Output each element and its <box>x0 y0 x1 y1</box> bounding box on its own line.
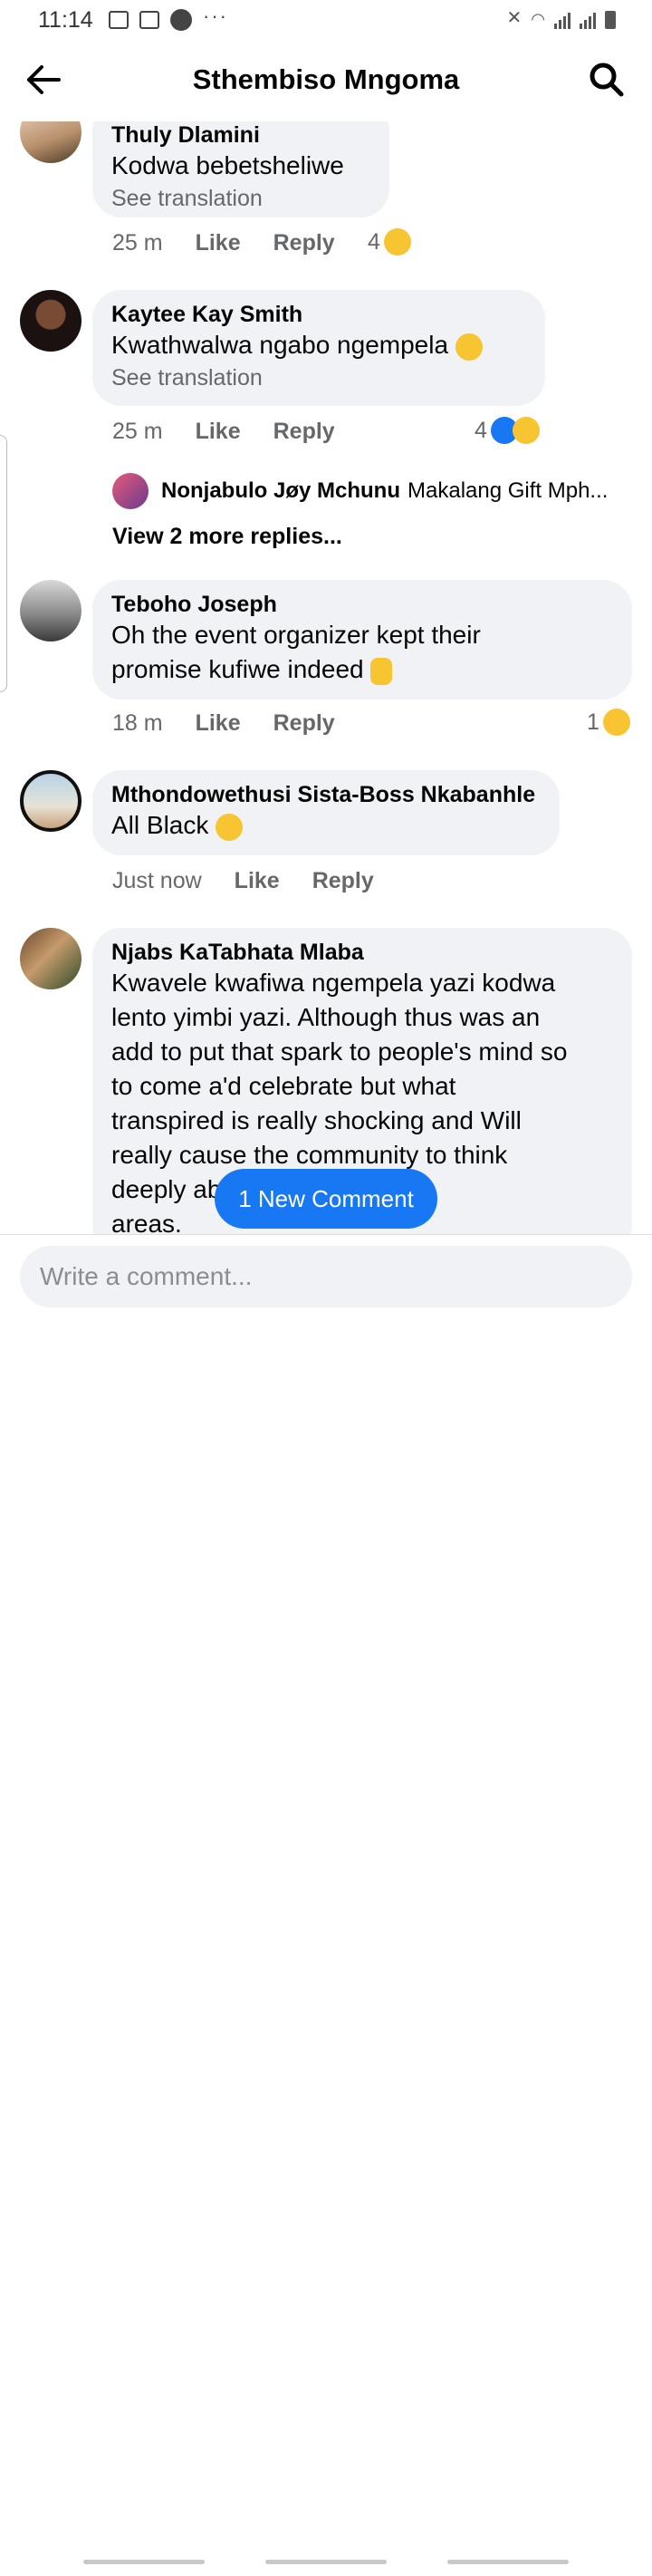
comment-bubble[interactable]: Teboho Joseph Oh the event organizer kep… <box>92 580 632 699</box>
avatar[interactable] <box>20 770 82 832</box>
comment-actions: 25 m Like Reply <box>112 419 335 445</box>
see-translation-link[interactable]: See translation <box>111 362 526 393</box>
write-comment-input[interactable] <box>20 1246 632 1307</box>
comment-author[interactable]: Mthondowethusi Sista-Boss Nkabanhle <box>111 781 541 808</box>
reply-button[interactable]: Reply <box>312 868 374 894</box>
avatar[interactable] <box>20 928 82 989</box>
pleading-emoji-icon <box>216 813 244 841</box>
reply-author[interactable]: Nonjabulo Jøy Mchunu <box>161 478 400 504</box>
reply-preview[interactable]: Nonjabulo Jøy Mchunu Makalang Gift Mph..… <box>112 473 608 509</box>
like-button[interactable]: Like <box>196 419 241 445</box>
comment-actions: 18 m Like Reply <box>112 710 335 737</box>
comment-author[interactable]: Njabs KaTabhata Mlaba <box>111 939 613 966</box>
comment-line: lento yimbi yazi. Although thus was an <box>111 1003 541 1031</box>
comment-line: Kwavele kwafiwa ngempela yazi kodwa <box>111 969 556 997</box>
like-button[interactable]: Like <box>196 230 241 256</box>
reaction-summary[interactable]: 4 <box>368 228 411 256</box>
comment-text-line-2: promise kufiwe indeed <box>111 655 364 683</box>
comment-time[interactable]: 18 m <box>112 710 163 737</box>
comment-text: Kodwa bebetsheliwe <box>111 151 344 179</box>
view-more-replies-link[interactable]: View 2 more replies... <box>112 524 342 550</box>
comment-author[interactable]: Thuly Dlamini <box>111 121 370 149</box>
sad-reaction-icon <box>602 709 630 736</box>
reply-text: Makalang Gift Mph... <box>408 478 609 503</box>
reaction-count: 4 <box>368 228 380 255</box>
like-button[interactable]: Like <box>235 868 280 894</box>
comment-bubble[interactable]: Kaytee Kay Smith Kwathwalwa ngabo ngempe… <box>92 290 545 406</box>
see-translation-link[interactable]: See translation <box>111 183 370 214</box>
reaction-summary[interactable]: 1 <box>587 709 630 736</box>
comment-text-row: Kwathwalwa ngabo ngempela <box>111 328 526 362</box>
comment-line: really cause the community to think <box>111 1141 508 1169</box>
reply-button[interactable]: Reply <box>273 419 335 445</box>
comments-feed: Thuly Dlamini Kodwa bebetsheliwe See tra… <box>0 0 652 1234</box>
new-comment-button[interactable]: 1 New Comment <box>215 1169 437 1229</box>
comment-actions: Just now Like Reply <box>112 868 374 894</box>
nav-recents-button[interactable] <box>83 2560 205 2564</box>
sad-reaction-icon <box>512 417 540 444</box>
comment-line: add to put that spark to people's mind s… <box>111 1037 568 1066</box>
comment-actions: 25 m Like Reply <box>112 230 335 256</box>
comment-text: All Black <box>111 811 209 839</box>
comment-time[interactable]: 25 m <box>112 230 163 256</box>
comment-line: to come a'd celebrate but what <box>111 1072 456 1100</box>
reaction-count: 1 <box>587 709 599 735</box>
app-bar: Sthembiso Mngoma <box>0 40 652 121</box>
like-button[interactable]: Like <box>196 710 241 737</box>
system-nav-bar <box>0 2549 652 2576</box>
comment-text-line-1: Oh the event organizer kept their <box>111 621 481 649</box>
avatar[interactable] <box>20 290 82 352</box>
reaction-count: 4 <box>475 417 487 443</box>
comment-author[interactable]: Teboho Joseph <box>111 591 613 618</box>
comment-bubble[interactable]: Mthondowethusi Sista-Boss Nkabanhle All … <box>92 770 560 855</box>
page-title: Sthembiso Mngoma <box>192 63 460 95</box>
reply-button[interactable]: Reply <box>273 710 335 737</box>
nav-back-button[interactable] <box>447 2560 569 2564</box>
reply-button[interactable]: Reply <box>273 230 335 256</box>
reaction-summary[interactable]: 4 <box>475 417 540 444</box>
comment-text-row: promise kufiwe indeed <box>111 652 613 687</box>
reply-avatar[interactable] <box>112 473 149 509</box>
nav-home-button[interactable] <box>265 2560 387 2564</box>
comment-composer <box>0 1234 652 2564</box>
pensive-emoji-icon <box>455 333 483 361</box>
comment-text-row: All Black <box>111 808 541 843</box>
comment-time[interactable]: 25 m <box>112 419 163 445</box>
comment-author[interactable]: Kaytee Kay Smith <box>111 301 526 328</box>
avatar[interactable] <box>20 580 82 642</box>
comment-text: Kwathwalwa ngabo ngempela <box>111 331 449 359</box>
comment-time[interactable]: Just now <box>112 868 202 894</box>
crossed-fingers-emoji-icon <box>370 657 393 685</box>
comment-line: transpired is really shocking and Will <box>111 1106 522 1134</box>
laughing-emoji-icon <box>383 228 411 256</box>
search-icon[interactable] <box>589 62 625 98</box>
